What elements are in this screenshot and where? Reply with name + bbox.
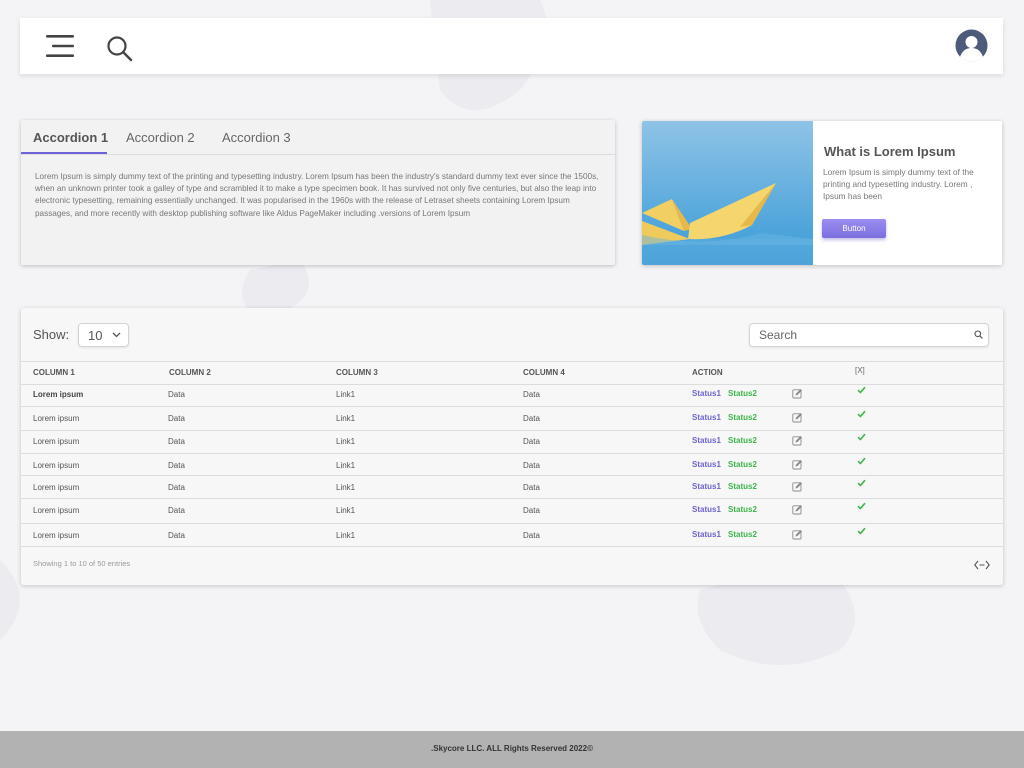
tab-accordion-3[interactable]: Accordion 3 <box>222 130 291 145</box>
check-icon[interactable] <box>857 457 866 465</box>
status2-link[interactable]: Status2 <box>728 389 757 398</box>
edit-icon[interactable] <box>792 504 803 515</box>
entries-per-page-select[interactable]: 10 <box>78 323 129 347</box>
data-table-card: Show: 10 COLUMN 1 COLUMN 2 COLUMN 3 COLU… <box>21 308 1003 585</box>
edit-icon[interactable] <box>792 459 803 470</box>
search-icon[interactable] <box>974 330 983 339</box>
check-icon[interactable] <box>857 433 866 441</box>
cell-column-2: Data <box>168 437 185 446</box>
cell-column-4: Data <box>523 437 540 446</box>
copyright-text: .Skycore LLC. ALL Rights Reserved 2022© <box>431 744 593 753</box>
cell-column-1: Lorem ipsum <box>33 483 80 492</box>
accordion-tabs: Accordion 1 Accordion 2 Accordion 3 <box>21 120 615 155</box>
paper-boat-image <box>642 121 813 265</box>
cell-link[interactable]: Link1 <box>336 483 355 492</box>
accordion-card: Accordion 1 Accordion 2 Accordion 3 Lore… <box>21 120 615 265</box>
accordion-content: Lorem Ipsum is simply dummy text of the … <box>35 172 599 218</box>
search-icon[interactable] <box>106 35 134 63</box>
status1-link[interactable]: Status1 <box>692 482 721 491</box>
entries-per-page-value: 10 <box>88 328 103 343</box>
edit-icon[interactable] <box>792 529 803 540</box>
column-header-3[interactable]: COLUMN 3 <box>336 368 378 377</box>
table-row: Lorem ipsum Data Link1 Data Status1 Status2 <box>21 407 1003 431</box>
edit-icon[interactable] <box>792 412 803 423</box>
cell-column-1: Lorem ipsum <box>33 437 80 446</box>
page-footer: .Skycore LLC. ALL Rights Reserved 2022© <box>0 731 1024 768</box>
cell-column-4: Data <box>523 390 540 399</box>
cell-column-1: Lorem ipsum <box>33 414 80 423</box>
table-search-input[interactable] <box>759 327 964 342</box>
tab-accordion-2[interactable]: Accordion 2 <box>126 130 195 145</box>
cell-column-4: Data <box>523 531 540 540</box>
table-row: Lorem ipsum Data Link1 Data Status1 Status2 <box>21 430 1003 454</box>
check-icon[interactable] <box>857 527 866 535</box>
table-header: COLUMN 1 COLUMN 2 COLUMN 3 COLUMN 4 ACTI… <box>21 361 1003 385</box>
info-card: What is Lorem Ipsum Lorem Ipsum is simpl… <box>642 121 1002 265</box>
cell-column-1: Lorem ipsum <box>33 531 80 540</box>
table-search <box>749 323 989 347</box>
show-entries-label: Show: <box>33 327 70 342</box>
cell-link[interactable]: Link1 <box>336 461 355 470</box>
check-icon[interactable] <box>857 410 866 418</box>
status2-link[interactable]: Status2 <box>728 482 757 491</box>
cell-link[interactable]: Link1 <box>336 390 355 399</box>
status1-link[interactable]: Status1 <box>692 530 721 539</box>
cell-column-2: Data <box>168 414 185 423</box>
edit-icon[interactable] <box>792 388 803 399</box>
table-row: Lorem ipsum Data Link1 Data Status1 Status2 <box>21 524 1003 547</box>
status2-link[interactable]: Status2 <box>728 530 757 539</box>
edit-icon[interactable] <box>792 481 803 492</box>
column-header-select[interactable]: [X] <box>855 366 865 375</box>
table-row: Lorem ipsum Data Link1 Data Status1 Status2 <box>21 454 1003 476</box>
menu-icon[interactable] <box>44 35 76 57</box>
table-info: Showing 1 to 10 of 50 entries <box>33 559 131 568</box>
check-icon[interactable] <box>857 386 866 394</box>
cell-column-2: Data <box>168 483 185 492</box>
chevron-down-icon <box>112 332 121 338</box>
table-row: Lorem ipsum Data Link1 Data Status1 Status2 <box>21 499 1003 524</box>
cell-column-4: Data <box>523 506 540 515</box>
column-header-action: ACTION <box>692 368 723 377</box>
cell-column-1: Lorem ipsum <box>33 461 80 470</box>
cell-column-2: Data <box>168 461 185 470</box>
cell-link[interactable]: Link1 <box>336 506 355 515</box>
check-icon[interactable] <box>857 502 866 510</box>
column-header-2[interactable]: COLUMN 2 <box>169 368 211 377</box>
status1-link[interactable]: Status1 <box>692 436 721 445</box>
cell-column-2: Data <box>168 531 185 540</box>
cell-column-4: Data <box>523 483 540 492</box>
card-title: What is Lorem Ipsum <box>824 144 956 159</box>
cell-column-1: Lorem ipsum <box>33 390 84 399</box>
status2-link[interactable]: Status2 <box>728 460 757 469</box>
status2-link[interactable]: Status2 <box>728 505 757 514</box>
card-text: Lorem Ipsum is simply dummy text of the … <box>823 167 974 202</box>
column-header-4[interactable]: COLUMN 4 <box>523 368 565 377</box>
cell-link[interactable]: Link1 <box>336 437 355 446</box>
cell-link[interactable]: Link1 <box>336 531 355 540</box>
top-header <box>20 18 1003 74</box>
tab-accordion-1[interactable]: Accordion 1 <box>33 130 108 145</box>
table-row: Lorem ipsum Data Link1 Data Status1 Status2 <box>21 383 1003 407</box>
cell-column-2: Data <box>168 506 185 515</box>
edit-icon[interactable] <box>792 435 803 446</box>
table-row: Lorem ipsum Data Link1 Data Status1 Status2 <box>21 476 1003 499</box>
status1-link[interactable]: Status1 <box>692 413 721 422</box>
status1-link[interactable]: Status1 <box>692 505 721 514</box>
status2-link[interactable]: Status2 <box>728 413 757 422</box>
column-header-1[interactable]: COLUMN 1 <box>33 368 75 377</box>
cell-column-4: Data <box>523 461 540 470</box>
code-icon[interactable] <box>974 560 990 570</box>
status2-link[interactable]: Status2 <box>728 436 757 445</box>
cell-column-4: Data <box>523 414 540 423</box>
active-tab-indicator <box>21 152 107 154</box>
check-icon[interactable] <box>857 479 866 487</box>
cell-column-1: Lorem ipsum <box>33 506 80 515</box>
cell-column-2: Data <box>168 390 185 399</box>
status1-link[interactable]: Status1 <box>692 389 721 398</box>
card-button[interactable]: Button <box>822 219 886 238</box>
user-avatar-icon[interactable] <box>955 29 988 62</box>
cell-link[interactable]: Link1 <box>336 414 355 423</box>
status1-link[interactable]: Status1 <box>692 460 721 469</box>
